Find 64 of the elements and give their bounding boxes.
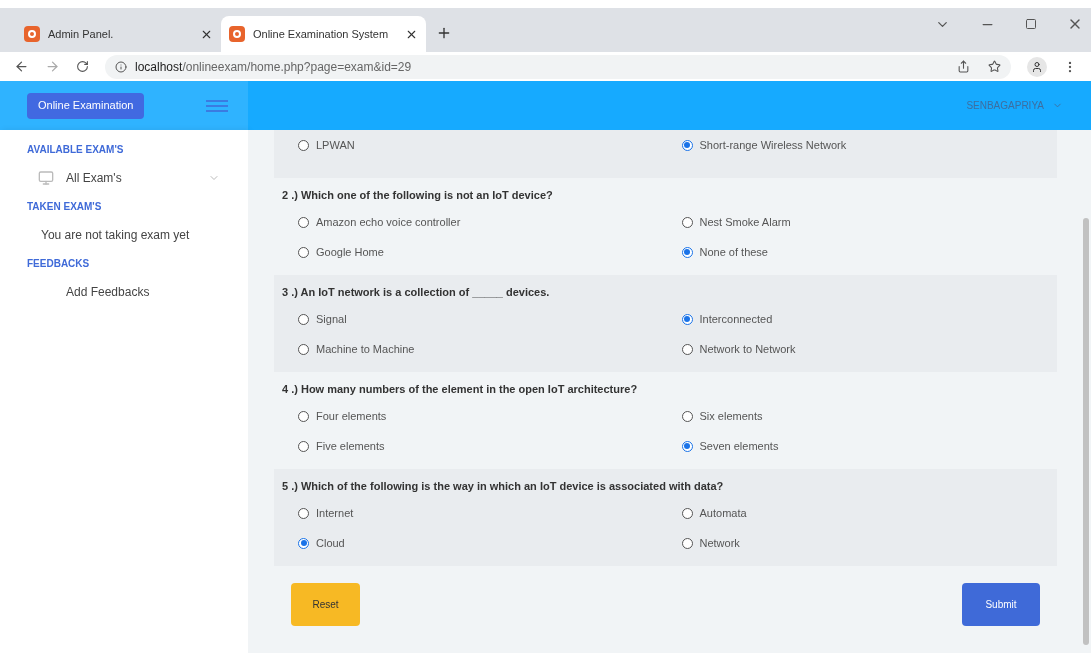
radio-button[interactable] <box>681 313 693 325</box>
maximize-icon[interactable] <box>1025 18 1037 30</box>
info-icon <box>115 60 127 73</box>
option-label: None of these <box>699 244 768 260</box>
option-label: Interconnected <box>699 311 773 327</box>
reload-icon[interactable] <box>76 60 89 73</box>
radio-button[interactable] <box>298 139 309 151</box>
radio-button[interactable] <box>298 440 309 452</box>
option-label: Cloud <box>316 535 345 551</box>
new-tab-icon[interactable] <box>436 25 452 41</box>
option-label: Automata <box>699 505 747 521</box>
radio-button[interactable] <box>681 410 693 422</box>
profile-icon[interactable] <box>1027 56 1047 77</box>
option-label: Machine to Machine <box>316 341 415 357</box>
reset-button[interactable]: Reset <box>291 583 360 626</box>
option-label: Amazon echo voice controller <box>316 214 461 230</box>
question-text: 4 .) How many numbers of the element in the open IoT architecture? <box>282 381 638 397</box>
radio-button[interactable] <box>298 537 309 549</box>
option-label: LPWAN <box>316 137 355 153</box>
option-label: Nest Smoke Alarm <box>699 214 791 230</box>
option-label: Internet <box>316 505 354 521</box>
share-icon[interactable] <box>957 60 970 73</box>
sidebar-dropdown[interactable]: All Exam's <box>0 161 248 195</box>
browser-tab[interactable]: Admin Panel. <box>16 16 221 52</box>
radio-button[interactable] <box>298 410 309 422</box>
option-label: Five elements <box>316 438 385 454</box>
radio-button[interactable] <box>298 507 309 519</box>
sidebar-heading: AVAILABLE EXAM'S <box>27 143 124 157</box>
option-label: Short-range Wireless Network <box>699 137 847 153</box>
option-label: Six elements <box>699 408 763 424</box>
option-label: Signal <box>316 311 347 327</box>
option-label: Network <box>699 535 740 551</box>
option-label: Google Home <box>316 244 384 260</box>
radio-button[interactable] <box>681 216 693 228</box>
app-icon <box>229 26 245 42</box>
question-text: 3 .) An IoT network is a collection of _____ devices. <box>282 284 550 300</box>
app-icon <box>24 26 40 42</box>
radio-button[interactable] <box>298 343 309 355</box>
radio-button[interactable] <box>681 537 693 549</box>
address-bar[interactable]: localhost/onlineexam/home.php?page=exam&id=29 <box>105 54 1011 79</box>
option-label: Seven elements <box>699 438 779 454</box>
radio-button[interactable] <box>298 246 309 258</box>
radio-button[interactable] <box>681 343 693 355</box>
monitor-icon <box>38 170 54 186</box>
radio-button[interactable] <box>681 139 693 151</box>
question-text: 2 .) Which one of the following is not an IoT device? <box>282 187 553 203</box>
star-icon[interactable] <box>988 60 1001 73</box>
sidebar-note: You are not taking exam yet <box>41 227 190 244</box>
brand-button[interactable]: Online Examination <box>27 92 145 119</box>
radio-button[interactable] <box>681 507 693 519</box>
sidebar-heading: FEEDBACKS <box>27 257 90 271</box>
browser-tab[interactable]: Online Examination System <box>221 16 426 52</box>
sidebar-heading: TAKEN EXAM'S <box>27 200 102 214</box>
question-text: 5 .) Which of the following is the way in which an IoT device is associated with data? <box>282 478 724 494</box>
option-label: Network to Network <box>699 341 796 357</box>
scrollbar[interactable] <box>1083 218 1089 645</box>
back-icon[interactable] <box>14 59 29 74</box>
sidebar-link[interactable]: Add Feedbacks <box>66 283 150 301</box>
radio-button[interactable] <box>298 313 309 325</box>
submit-button[interactable]: Submit <box>962 583 1040 626</box>
radio-button[interactable] <box>681 440 693 452</box>
radio-button[interactable] <box>681 246 693 258</box>
radio-button[interactable] <box>298 216 309 228</box>
option-label: Four elements <box>316 408 387 424</box>
